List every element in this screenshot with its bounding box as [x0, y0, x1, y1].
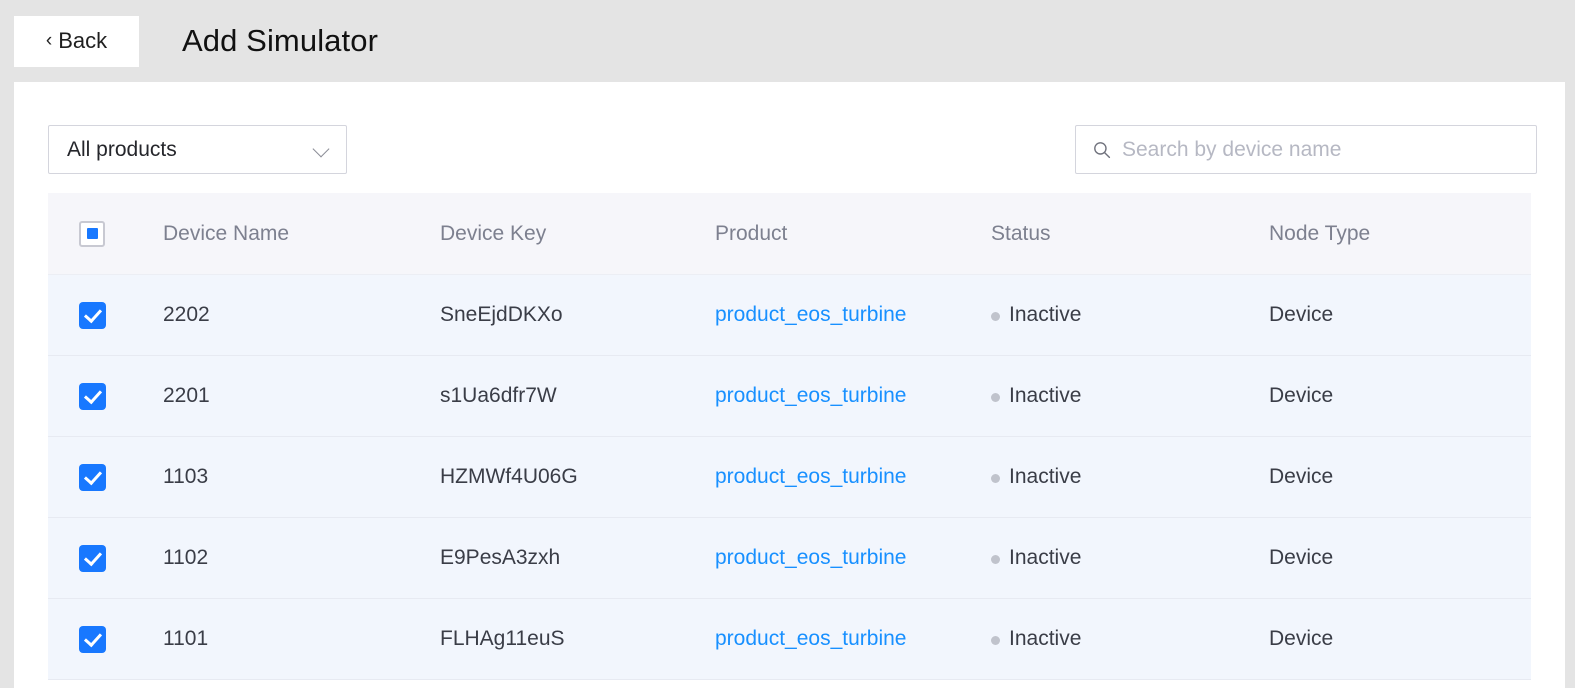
status-label: Inactive: [1009, 303, 1082, 326]
cell-device-name: 1101: [163, 627, 209, 650]
cell-device-name: 1102: [163, 546, 209, 569]
row-checkbox[interactable]: [79, 544, 106, 572]
status-dot-icon: [991, 473, 1000, 483]
cell-status: Inactive: [991, 465, 1269, 489]
select-all-checkbox[interactable]: [79, 220, 105, 247]
cell-node-type: Device: [1269, 627, 1334, 650]
product-filter-select[interactable]: All products: [48, 125, 347, 174]
table-row[interactable]: 1101 FLHAg11euS product_eos_turbine Inac…: [48, 599, 1531, 680]
product-link[interactable]: product_eos_turbine: [715, 627, 906, 650]
cell-node-type: Device: [1269, 546, 1334, 569]
status-label: Inactive: [1009, 465, 1082, 488]
cell-status: Inactive: [991, 303, 1269, 327]
status-label: Inactive: [1009, 546, 1082, 569]
cell-product: product_eos_turbine: [715, 546, 991, 570]
cell-product: product_eos_turbine: [715, 303, 991, 327]
product-link[interactable]: product_eos_turbine: [715, 303, 906, 326]
chevron-left-icon: ‹: [45, 29, 53, 51]
cell-product: product_eos_turbine: [715, 465, 991, 489]
status-dot-icon: [991, 554, 1000, 564]
status-dot-icon: [991, 311, 1000, 321]
cell-device-key: SneEjdDKXo: [440, 303, 563, 326]
column-header-status[interactable]: Status: [991, 222, 1269, 246]
table-row[interactable]: 2201 s1Ua6dfr7W product_eos_turbine Inac…: [48, 356, 1531, 437]
column-header-device-key[interactable]: Device Key: [440, 222, 715, 246]
cell-device-name: 2202: [163, 303, 210, 326]
row-select-cell: [48, 463, 163, 491]
row-checkbox[interactable]: [79, 382, 106, 410]
row-select-cell: [48, 382, 163, 410]
cell-device-name: 2201: [163, 384, 210, 407]
table-row[interactable]: 1102 E9PesA3zxh product_eos_turbine Inac…: [48, 518, 1531, 599]
cell-device-name: 1103: [163, 465, 209, 488]
cell-device-key: FLHAg11euS: [440, 627, 565, 650]
cell-product: product_eos_turbine: [715, 384, 991, 408]
table-row[interactable]: 1103 HZMWf4U06G product_eos_turbine Inac…: [48, 437, 1531, 518]
product-link[interactable]: product_eos_turbine: [715, 384, 906, 407]
select-all-cell: [48, 220, 163, 247]
row-select-cell: [48, 301, 163, 329]
row-select-cell: [48, 544, 163, 572]
search-icon: [1093, 141, 1111, 159]
column-header-device-name[interactable]: Device Name: [163, 222, 440, 246]
device-table: Device Name Device Key Product Status No…: [48, 193, 1531, 680]
status-label: Inactive: [1009, 627, 1082, 650]
product-filter-value: All products: [67, 137, 177, 161]
table-row[interactable]: 2202 SneEjdDKXo product_eos_turbine Inac…: [48, 275, 1531, 356]
cell-device-key: E9PesA3zxh: [440, 546, 561, 569]
cell-device-key: HZMWf4U06G: [440, 465, 578, 488]
column-header-node-type[interactable]: Node Type: [1269, 222, 1531, 246]
cell-device-key: s1Ua6dfr7W: [440, 384, 557, 407]
cell-node-type: Device: [1269, 384, 1334, 407]
status-dot-icon: [991, 392, 1000, 402]
search-box[interactable]: [1075, 125, 1537, 174]
row-checkbox[interactable]: [79, 301, 106, 329]
product-link[interactable]: product_eos_turbine: [715, 465, 906, 488]
cell-node-type: Device: [1269, 303, 1334, 326]
status-dot-icon: [991, 635, 1000, 645]
cell-status: Inactive: [991, 384, 1269, 408]
column-header-product[interactable]: Product: [715, 222, 991, 246]
page-title: Add Simulator: [182, 23, 379, 58]
row-select-cell: [48, 625, 163, 653]
cell-status: Inactive: [991, 627, 1269, 651]
back-button-label: Back: [58, 28, 108, 53]
cell-status: Inactive: [991, 546, 1269, 570]
product-link[interactable]: product_eos_turbine: [715, 546, 906, 569]
table-toolbar: All products: [14, 82, 1565, 193]
page-header: ‹ Back Add Simulator: [0, 0, 1575, 82]
chevron-down-icon: [313, 141, 330, 158]
cell-node-type: Device: [1269, 465, 1334, 488]
content-panel: All products Device Name Device Key Prod…: [14, 82, 1565, 688]
row-checkbox[interactable]: [79, 625, 106, 653]
row-checkbox[interactable]: [79, 463, 106, 491]
cell-product: product_eos_turbine: [715, 627, 991, 651]
search-input[interactable]: [1122, 137, 1522, 162]
back-button[interactable]: ‹ Back: [14, 15, 139, 67]
status-label: Inactive: [1009, 384, 1082, 407]
table-header-row: Device Name Device Key Product Status No…: [48, 193, 1531, 275]
